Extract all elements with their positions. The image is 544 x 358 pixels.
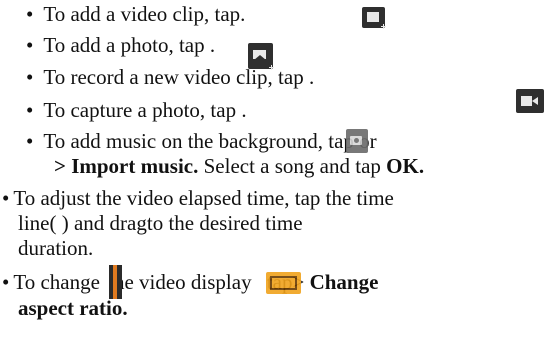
instruction-change-display: •To changehe video display tap> Change: [2, 270, 379, 294]
instruction-add-music-cont: > Import music. Select a song and tap OK…: [54, 154, 425, 178]
instruction-change-display-cont: aspect ratio.: [18, 296, 128, 320]
instruction-adjust-time-cont2: duration.: [18, 236, 94, 260]
instruction-add-photo: • To add a photo, tap .: [26, 33, 216, 57]
instruction-adjust-time-cont1: line( ) and dragto the desired time: [18, 211, 303, 235]
instruction-adjust-time: • To adjust the video elapsed time, tap t…: [2, 186, 394, 210]
record-video-icon: [516, 89, 544, 113]
capture-photo-icon: [346, 129, 368, 153]
video-clip-add-icon: [362, 7, 386, 29]
instruction-add-music: • To add music on the background, tap or: [26, 129, 377, 153]
instruction-add-video: • To add a video clip, tap.: [26, 2, 246, 26]
aspect-ratio-icon: [266, 272, 301, 294]
instruction-record-video: • To record a new video clip, tap .: [26, 65, 315, 89]
timeline-marker-icon: [109, 265, 122, 299]
instruction-capture-photo: • To capture a photo, tap .: [26, 98, 247, 122]
